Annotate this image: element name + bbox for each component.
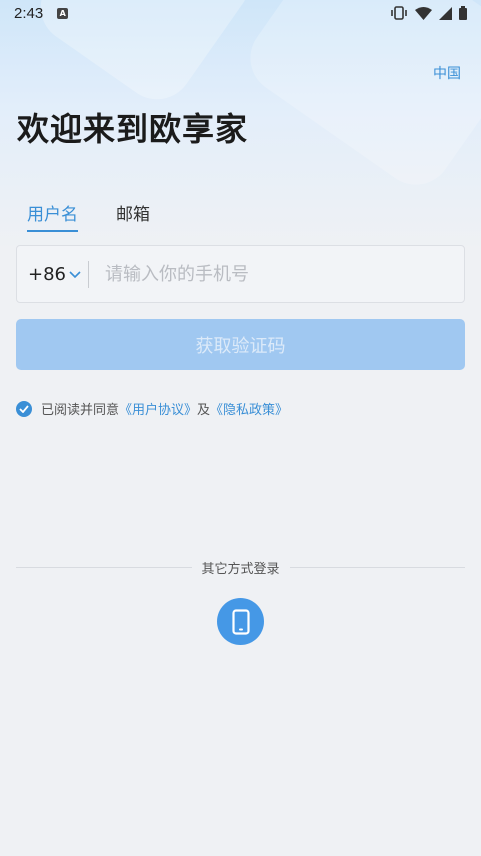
divider-line [289, 567, 466, 568]
page-title: 欢迎来到欧享家 [17, 110, 249, 148]
divider-line [16, 567, 192, 568]
tab-email[interactable]: 邮箱 [116, 200, 150, 232]
login-tabs: 用户名 邮箱 [27, 200, 150, 232]
checkbox-checked-icon[interactable] [16, 400, 32, 417]
privacy-policy-link[interactable]: 《隐私政策》 [210, 399, 288, 418]
phone-icon [231, 608, 250, 635]
status-time: 2:43 [14, 4, 44, 22]
status-bar: 2:43 A [0, 0, 481, 26]
agreement: 已阅读并同意 《用户协议》 及 《隐私政策》 [16, 399, 288, 418]
region-selector[interactable]: 中国 [433, 63, 461, 83]
battery-icon [459, 6, 467, 20]
other-login-divider: 其它方式登录 [16, 558, 466, 577]
agreement-prefix: 已阅读并同意 [41, 403, 120, 418]
country-code-selector[interactable]: +86 [17, 264, 88, 285]
phone-field: +86 [16, 245, 465, 303]
status-icons [390, 6, 467, 20]
agreement-conjunction: 及 [197, 403, 211, 418]
a-icon: A [57, 7, 69, 19]
phone-login-button[interactable] [217, 598, 264, 645]
get-verification-code-button[interactable]: 获取验证码 [16, 319, 465, 370]
decorative-shape [236, 0, 481, 199]
wifi-icon [415, 6, 432, 20]
country-code-value: +86 [28, 263, 66, 285]
other-login-label: 其它方式登录 [201, 562, 280, 577]
user-agreement-link[interactable]: 《用户协议》 [119, 399, 197, 418]
chevron-down-icon [69, 271, 81, 279]
vibrate-icon [391, 6, 407, 20]
signal-icon [439, 6, 452, 20]
tab-username[interactable]: 用户名 [27, 200, 78, 232]
phone-input[interactable] [89, 246, 464, 302]
